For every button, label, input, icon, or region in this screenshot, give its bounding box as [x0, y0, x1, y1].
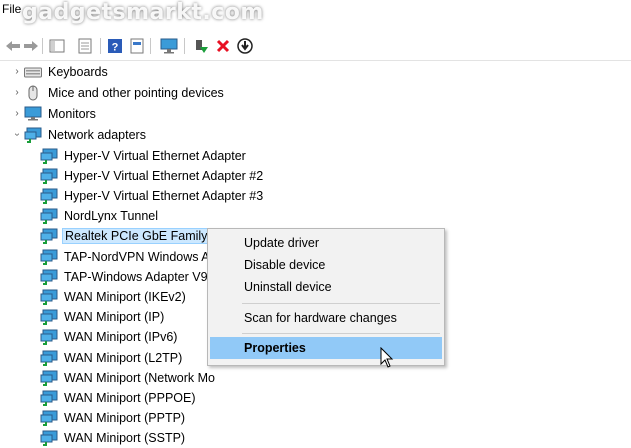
toolbar-separator — [150, 38, 151, 54]
tree-item-label: Monitors — [48, 106, 96, 121]
network-adapter-icon — [40, 208, 58, 225]
tree-item-mice[interactable]: › Mice and other pointing devices — [10, 83, 226, 102]
menu-item-scan-hardware[interactable]: Scan for hardware changes — [210, 307, 442, 329]
adapter-item[interactable]: WAN Miniport (SSTP) — [40, 429, 187, 448]
expand-arrow-icon[interactable]: › — [10, 104, 24, 123]
menu-separator — [242, 303, 440, 304]
toolbar-separator — [42, 38, 43, 54]
toolbar: ? — [0, 30, 631, 61]
network-adapter-icon — [40, 430, 58, 447]
properties-icon[interactable] — [76, 37, 94, 55]
adapter-item[interactable]: TAP-Windows Adapter V9 — [40, 267, 210, 286]
adapter-item[interactable]: WAN Miniport (IKEv2) — [40, 287, 188, 306]
show-hide-tree-icon[interactable] — [48, 37, 66, 55]
toolbar-separator — [100, 38, 101, 54]
help-icon[interactable]: ? — [106, 37, 124, 55]
adapter-item[interactable]: Hyper-V Virtual Ethernet Adapter — [40, 146, 248, 165]
enable-device-icon[interactable] — [192, 37, 210, 55]
expand-arrow-icon[interactable]: › — [10, 62, 24, 81]
update-driver-icon[interactable] — [236, 37, 254, 55]
back-icon[interactable] — [4, 37, 22, 55]
adapter-label: WAN Miniport (SSTP) — [64, 431, 186, 446]
adapter-item[interactable]: NordLynx Tunnel — [40, 207, 160, 226]
tree-item-label: Network adapters — [48, 127, 146, 142]
keyboard-icon — [24, 64, 42, 80]
network-adapter-icon — [40, 228, 58, 245]
adapter-item[interactable]: TAP-NordVPN Windows Ada — [40, 247, 226, 266]
adapter-label: TAP-Windows Adapter V9 — [64, 269, 208, 284]
adapter-label: WAN Miniport (PPTP) — [64, 411, 186, 426]
adapter-item[interactable]: WAN Miniport (IPv6) — [40, 328, 179, 347]
tree-item-label: Keyboards — [48, 64, 108, 79]
monitor-icon[interactable] — [160, 37, 178, 55]
adapter-label: WAN Miniport (IKEv2) — [64, 289, 186, 304]
adapter-label: WAN Miniport (IP) — [64, 310, 165, 325]
adapter-label: TAP-NordVPN Windows Ada — [64, 249, 224, 264]
adapter-label: Hyper-V Virtual Ethernet Adapter — [64, 148, 246, 163]
collapse-arrow-icon[interactable]: › — [8, 128, 27, 142]
adapter-label: WAN Miniport (IPv6) — [64, 330, 178, 345]
forward-icon[interactable] — [22, 37, 40, 55]
adapter-label: Hyper-V Virtual Ethernet Adapter #3 — [64, 188, 264, 203]
tree-item-network-adapters[interactable]: › Network adapters — [10, 125, 148, 144]
menu-item-properties[interactable]: Properties — [210, 337, 442, 359]
network-adapter-icon — [40, 188, 58, 204]
network-adapter-icon — [40, 168, 58, 184]
network-adapter-icon — [40, 309, 58, 326]
uninstall-icon[interactable] — [214, 37, 232, 55]
watermark-logo: gadgetsmarkt.com — [22, 0, 264, 25]
details-icon[interactable] — [128, 37, 146, 55]
network-adapter-icon — [40, 148, 58, 164]
menu-item-disable-device[interactable]: Disable device — [210, 254, 442, 276]
adapter-item[interactable]: WAN Miniport (Network Mo — [40, 368, 217, 387]
adapter-item[interactable]: WAN Miniport (PPPOE) — [40, 388, 198, 407]
network-adapter-icon — [40, 370, 58, 386]
adapter-item[interactable]: Hyper-V Virtual Ethernet Adapter #2 — [40, 166, 265, 185]
network-adapter-icon — [40, 269, 58, 285]
svg-text:?: ? — [112, 42, 119, 54]
network-adapter-icon — [40, 329, 58, 346]
network-adapter-icon — [24, 127, 42, 143]
mouse-icon — [24, 85, 42, 101]
adapter-label: NordLynx Tunnel — [64, 209, 159, 224]
menu-item-uninstall-device[interactable]: Uninstall device — [210, 276, 442, 298]
adapter-item[interactable]: Hyper-V Virtual Ethernet Adapter #3 — [40, 186, 265, 205]
network-adapter-icon — [40, 390, 58, 406]
mouse-cursor-icon — [380, 346, 394, 372]
network-adapter-icon — [40, 350, 58, 366]
menu-bar: File gadgetsmarkt.com — [0, 0, 631, 28]
adapter-label: Hyper-V Virtual Ethernet Adapter #2 — [64, 168, 264, 183]
expand-arrow-icon[interactable]: › — [10, 83, 24, 102]
tree-item-label: Mice and other pointing devices — [48, 85, 224, 100]
menu-file[interactable]: File — [2, 2, 21, 16]
tree-item-monitors[interactable]: › Monitors — [10, 104, 98, 123]
adapter-item[interactable]: WAN Miniport (PPTP) — [40, 409, 187, 428]
network-adapter-icon — [40, 289, 58, 305]
monitor-icon — [24, 106, 42, 122]
adapter-label: WAN Miniport (Network Mo — [64, 370, 215, 385]
tree-item-keyboards[interactable]: › Keyboards — [10, 62, 110, 81]
toolbar-separator — [184, 38, 185, 54]
adapter-label: WAN Miniport (PPPOE) — [64, 390, 196, 405]
adapter-label: WAN Miniport (L2TP) — [64, 350, 183, 365]
menu-item-update-driver[interactable]: Update driver — [210, 232, 442, 254]
context-menu: Update driver Disable device Uninstall d… — [207, 228, 445, 366]
adapter-item[interactable]: WAN Miniport (L2TP) — [40, 348, 184, 367]
network-adapter-icon — [40, 249, 58, 265]
network-adapter-icon — [40, 410, 58, 427]
menu-separator — [242, 333, 440, 334]
adapter-item[interactable]: WAN Miniport (IP) — [40, 308, 166, 327]
